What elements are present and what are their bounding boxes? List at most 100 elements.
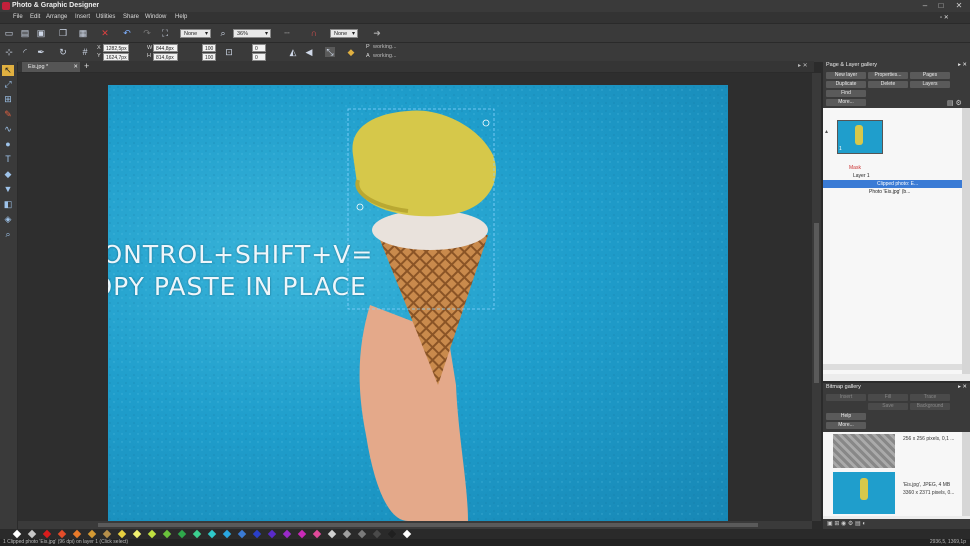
select-handles-icon[interactable]: ⊹ <box>4 47 14 57</box>
doc-window-controls-icon[interactable]: ▸ ✕ <box>798 62 808 69</box>
scale-x-field[interactable]: 100 <box>202 44 216 52</box>
color-swatch[interactable] <box>312 529 322 539</box>
bitmap-footer-icons[interactable]: ▣ ⊞ ◉ ⚙ ▤ ◐ <box>823 519 970 529</box>
grid-icon[interactable]: # <box>80 47 90 57</box>
color-swatch[interactable] <box>207 529 217 539</box>
maximize-icon[interactable]: □ <box>934 1 948 11</box>
new-document-icon[interactable]: ▭ <box>4 28 14 38</box>
shape-tool-icon[interactable]: ● <box>2 139 14 150</box>
tag-icon[interactable]: ◆ <box>346 47 356 57</box>
arrow-right-icon[interactable]: ➜ <box>372 28 382 38</box>
close-window-icon[interactable]: ✕ <box>952 1 966 11</box>
minimize-icon[interactable]: – <box>918 1 932 11</box>
background-button[interactable]: Background <box>910 403 950 410</box>
rotation-field[interactable]: 0 <box>252 44 266 52</box>
ice-cream-photo[interactable]: CONTROL+SHIFT+V= COPY PASTE IN PLACE <box>108 85 728 521</box>
shadow-tool-icon[interactable]: ◧ <box>2 199 14 210</box>
brush-tool-icon[interactable]: ✎ <box>2 109 14 120</box>
color-swatch[interactable] <box>27 529 37 539</box>
fill-select[interactable]: None <box>180 29 211 39</box>
zoom-icon[interactable]: ⌕ <box>218 28 228 38</box>
tree-vscrollbar[interactable] <box>962 108 970 374</box>
color-swatch[interactable] <box>57 529 67 539</box>
curve-icon[interactable]: ◜ <box>20 47 30 57</box>
selector-tool-icon[interactable]: ↖ <box>2 65 14 76</box>
properties-button[interactable]: Properties... <box>868 72 908 79</box>
insert-button[interactable]: Insert <box>826 394 866 401</box>
open-folder-icon[interactable]: ▤ <box>20 28 30 38</box>
color-swatch[interactable] <box>222 529 232 539</box>
transparency-tool-icon[interactable]: ▼ <box>2 184 14 195</box>
color-swatch[interactable] <box>297 529 307 539</box>
delete-icon[interactable]: ✕ <box>100 28 110 38</box>
color-swatch[interactable] <box>147 529 157 539</box>
color-swatch[interactable] <box>282 529 292 539</box>
vertical-scrollbar[interactable] <box>812 73 821 521</box>
skew-field[interactable]: 0 <box>252 53 266 61</box>
expand-page-icon[interactable]: ▴ <box>825 128 828 135</box>
paste-icon[interactable]: ▦ <box>78 28 88 38</box>
blend-tool-icon[interactable]: ◈ <box>2 214 14 225</box>
scale-y-field[interactable]: 100 <box>202 53 216 61</box>
find-button[interactable]: Find <box>826 90 866 97</box>
layers-button[interactable]: Layers <box>910 81 950 88</box>
bitmap-panel-close-icon[interactable]: ▸ ✕ <box>958 383 967 392</box>
layer-row-mask[interactable]: Mask <box>823 164 970 172</box>
tree-hscrollbar[interactable] <box>823 364 962 370</box>
duplicate-button[interactable]: Duplicate <box>826 81 866 88</box>
color-swatch[interactable] <box>72 529 82 539</box>
color-swatch[interactable] <box>177 529 187 539</box>
eis-bitmap-thumbnail[interactable] <box>833 472 895 514</box>
bitmap-more-button[interactable]: More... <box>826 422 866 429</box>
color-swatch[interactable] <box>12 529 22 539</box>
flip-vertical-icon[interactable]: ◀ <box>304 47 314 57</box>
save-icon[interactable]: ▣ <box>36 28 46 38</box>
zoom-select[interactable]: 36% <box>233 29 271 39</box>
color-swatch[interactable] <box>192 529 202 539</box>
color-swatch[interactable] <box>117 529 127 539</box>
pen-icon[interactable]: ✒ <box>36 47 46 57</box>
lock-aspect-icon[interactable]: ⊡ <box>224 47 234 57</box>
help-button[interactable]: Help <box>826 413 866 420</box>
horizontal-scroll-thumb[interactable] <box>98 523 758 527</box>
node-tool-icon[interactable]: ⤢ <box>2 79 14 90</box>
pages-button[interactable]: Pages <box>910 72 950 79</box>
h-field[interactable]: 814,6px <box>153 53 178 61</box>
drawing-canvas[interactable]: CONTROL+SHIFT+V= COPY PASTE IN PLACE <box>18 73 812 521</box>
page-thumbnail[interactable]: 1 <box>837 120 883 154</box>
pen-tool-icon[interactable]: ∿ <box>2 124 14 135</box>
trace-button[interactable]: Trace <box>910 394 950 401</box>
transform-icon[interactable]: ⤡ <box>325 47 335 57</box>
w-field[interactable]: 844,8px <box>153 44 178 52</box>
color-swatch[interactable] <box>102 529 112 539</box>
flip-horizontal-icon[interactable]: ◭ <box>288 47 298 57</box>
line-select[interactable]: None <box>330 29 358 39</box>
menu-utilities[interactable]: Utilities <box>96 14 115 20</box>
y-field[interactable]: 1624,7px <box>103 53 129 61</box>
menu-window[interactable]: Window <box>145 14 166 20</box>
color-swatch[interactable] <box>342 529 352 539</box>
undo-icon[interactable]: ↶ <box>122 28 132 38</box>
zoom-pan-tool-icon[interactable]: ⊞ <box>2 94 14 105</box>
layer-row-layer1[interactable]: Layer 1 <box>823 172 970 180</box>
color-swatch[interactable] <box>132 529 142 539</box>
bitmap-vscrollbar[interactable] <box>962 432 970 516</box>
vertical-scroll-thumb[interactable] <box>814 223 819 383</box>
menu-arrange[interactable]: Arrange <box>46 14 67 20</box>
color-swatch[interactable] <box>237 529 247 539</box>
menu-edit[interactable]: Edit <box>30 14 40 20</box>
color-swatch[interactable] <box>327 529 337 539</box>
fill-button[interactable]: Fill <box>868 394 908 401</box>
color-swatch[interactable] <box>267 529 277 539</box>
pattern-bitmap-thumbnail[interactable] <box>833 434 895 468</box>
x-field[interactable]: 1282,5px <box>103 44 129 52</box>
layer-row-clipped-photo[interactable]: Clipped photo: E... <box>823 180 970 188</box>
text-tool-icon[interactable]: T <box>2 154 14 165</box>
fill-tool-icon[interactable]: ◆ <box>2 169 14 180</box>
layer-row-photo[interactable]: Photo 'Eis.jpg' (b... <box>823 188 970 196</box>
menu-insert[interactable]: Insert <box>75 14 90 20</box>
save-button[interactable]: Save <box>868 403 908 410</box>
redo-icon[interactable]: ↷ <box>142 28 152 38</box>
delete-button[interactable]: Delete <box>868 81 908 88</box>
gallery-options-icon[interactable]: ▤ ⚙ <box>947 99 962 107</box>
